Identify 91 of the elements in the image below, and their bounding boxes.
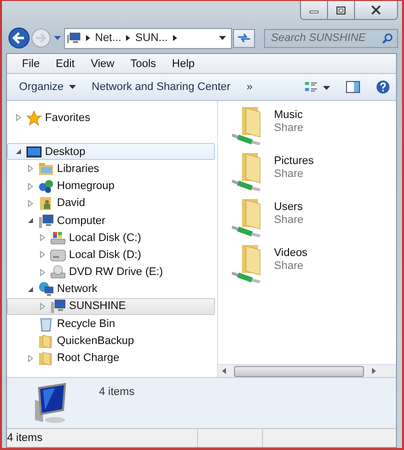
maximize-icon [336,6,346,14]
horizontal-scrollbar[interactable] [218,364,396,377]
preview-pane-icon [346,81,360,93]
back-button[interactable] [8,27,30,49]
computer-icon [38,212,54,229]
view-options-icon [304,80,330,94]
breadcrumb[interactable]: SUN... [135,32,168,44]
caret-icon [68,85,76,89]
menu-item[interactable]: View [90,58,114,70]
share-name[interactable]: Videos [274,247,308,259]
library-icon [38,160,54,177]
share-type: Share [274,214,304,226]
tree-item[interactable]: Network [7,280,215,298]
recycle-bin-icon [38,316,54,332]
computer-icon [67,32,81,44]
refresh-icon [237,32,251,44]
menu-item[interactable]: Tools [130,58,156,70]
share-name[interactable]: Pictures [274,155,314,167]
breadcrumb-arrow-icon[interactable] [126,35,130,41]
tree-label[interactable]: DVD RW Drive (E:) [69,266,163,278]
tree-label[interactable]: QuickenBackup [57,334,134,347]
search-field[interactable]: Search SUNSHINE [264,28,398,48]
tree-item[interactable]: DVD RW Drive (E:) [7,264,215,281]
tree-item[interactable]: Local Disk (D:) [7,246,215,264]
help-button[interactable] [376,80,390,94]
tree-item[interactable]: Favorites [7,109,215,126]
scroll-left-icon[interactable] [222,368,226,374]
tree-item[interactable]: Desktop [7,143,215,160]
toolbar-button[interactable]: » [246,81,253,93]
tree-label[interactable]: Desktop [45,146,86,158]
breadcrumb[interactable]: Net... [95,32,122,44]
close-button[interactable] [355,1,397,19]
tree-label[interactable]: Local Disk (D:) [69,248,142,261]
tree-label[interactable]: Libraries [57,162,100,175]
share-type: Share [274,168,304,180]
tree-item[interactable]: QuickenBackup [7,332,215,350]
minimize-button[interactable] [301,1,328,19]
tree-label[interactable]: Homegroup [57,180,114,192]
breadcrumb-arrow-icon[interactable] [172,35,177,41]
tree-label[interactable]: David [57,197,86,210]
tree-item[interactable]: Root Charge [7,349,215,367]
expander-icon[interactable] [27,217,34,224]
tree-item[interactable]: Libraries [7,160,215,178]
folder-icon [38,332,54,349]
share-name[interactable]: Users [274,201,304,213]
share-type: Share [274,122,304,134]
scroll-right-icon[interactable] [372,368,376,374]
tree-item[interactable]: Homegroup [7,178,215,195]
tree-item[interactable]: SUNSHINE [7,298,215,316]
folder-icon [38,350,54,366]
user-folder-icon [38,195,54,212]
share-name[interactable]: Music [274,109,304,121]
maximize-button[interactable] [328,1,355,19]
address-bar[interactable]: Net... SUN... [64,28,232,48]
star-icon [26,110,42,126]
scrollbar-thumb[interactable] [234,366,364,376]
share-type: Share [274,260,304,272]
dropdown-arrow-icon[interactable] [219,36,226,40]
tree-item[interactable]: Recycle Bin [7,315,215,332]
refresh-button[interactable] [233,28,255,48]
dvd-drive-icon [50,264,66,280]
tree-label[interactable]: Local Disk (C:) [69,232,142,244]
network-icon [38,281,54,298]
tree-label[interactable]: Computer [57,214,106,227]
item-count: 4 items [99,386,134,398]
expander-icon[interactable] [15,148,22,156]
preview-pane-button[interactable] [346,81,360,93]
view-options-button[interactable] [304,80,330,94]
tree-item[interactable]: David [7,194,215,212]
tree-label[interactable]: Root Charge [57,352,120,364]
status-text: 4 items [7,432,44,444]
computer-icon [50,298,66,314]
close-icon [370,5,382,15]
homegroup-icon [38,178,54,194]
breadcrumb-arrow-icon[interactable] [86,35,90,41]
tree-label[interactable]: Network [57,283,98,296]
menu-item[interactable]: Edit [56,58,75,70]
tree-label[interactable]: Favorites [45,112,90,124]
toolbar-button[interactable]: Network and Sharing Center [92,81,230,93]
tree-item[interactable]: Computer [7,212,215,230]
tree-item[interactable]: Local Disk (C:) [7,229,215,246]
tree-label[interactable]: Recycle Bin [57,318,116,330]
menu-item[interactable]: Help [172,58,195,70]
help-icon [376,80,390,94]
toolbar-button[interactable]: Organize [19,81,76,93]
search-icon [382,32,393,44]
desktop-icon [26,144,42,160]
disk-icon [50,230,66,246]
expander-icon[interactable] [27,286,34,293]
menu-item[interactable]: File [22,58,40,70]
tree-label[interactable]: SUNSHINE [69,300,126,312]
